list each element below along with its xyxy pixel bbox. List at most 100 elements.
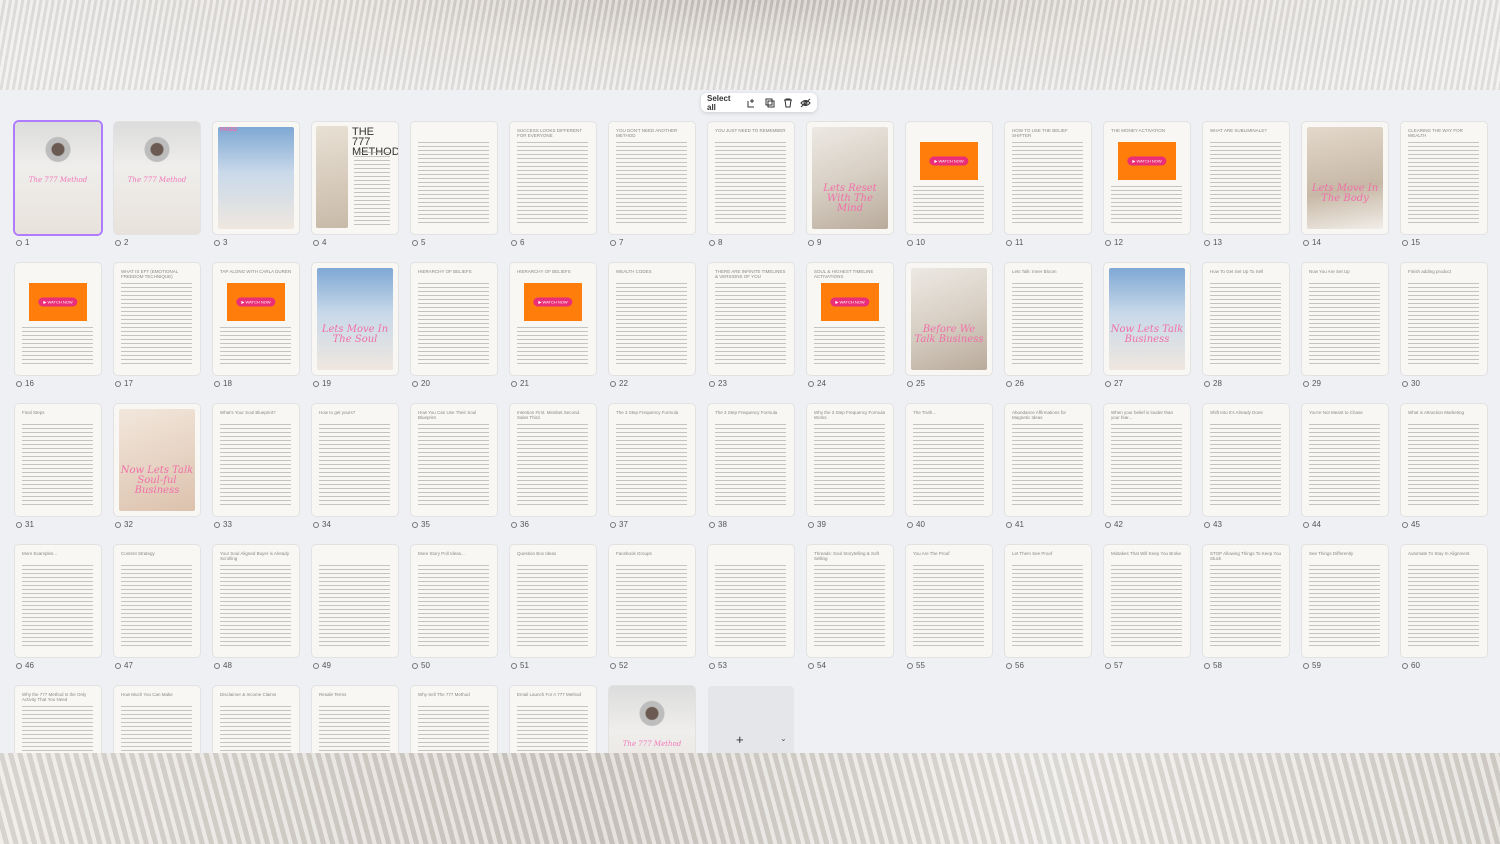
page-notes-icon[interactable]	[1402, 380, 1408, 387]
page-notes-icon[interactable]	[313, 662, 319, 669]
page-notes-icon[interactable]	[412, 380, 418, 387]
page-thumbnail[interactable]: ▶ WATCH NOW	[15, 263, 101, 375]
page-notes-icon[interactable]	[1402, 239, 1408, 246]
page-notes-icon[interactable]	[115, 239, 121, 246]
page-notes-icon[interactable]	[16, 662, 22, 669]
page-notes-icon[interactable]	[511, 380, 517, 387]
page-thumbnail[interactable]: How You Can Use Their Soul Blueprint	[411, 404, 497, 516]
page-thumbnail[interactable]: HOW TO USE THE BELIEF SHIFTER	[1005, 122, 1091, 234]
page-thumbnail[interactable]: Lets Talk: Inner Bloom	[1005, 263, 1091, 375]
page-thumbnail[interactable]: STOP Allowing Things To Keep You Stuck	[1203, 545, 1289, 657]
watch-now-button[interactable]: ▶ WATCH NOW	[1127, 156, 1167, 166]
page-thumbnail[interactable]: When your belief is louder than your fea…	[1104, 404, 1190, 516]
page-notes-icon[interactable]	[808, 521, 814, 528]
page-thumbnail[interactable]: Now You Are Set Up	[1302, 263, 1388, 375]
page-notes-icon[interactable]	[1006, 662, 1012, 669]
page-thumbnail[interactable]: More Story Poll Ideas...	[411, 545, 497, 657]
page-thumbnail[interactable]	[411, 122, 497, 234]
page-thumbnail[interactable]: HIERARCHY OF BELIEFS	[411, 263, 497, 375]
page-thumbnail[interactable]: Lets Move In The Body	[1302, 122, 1388, 234]
page-thumbnail[interactable]: Finish adding product	[1401, 263, 1487, 375]
page-thumbnail[interactable]: Resale Terms	[312, 686, 398, 753]
page-thumbnail[interactable]: The Truth...	[906, 404, 992, 516]
page-notes-icon[interactable]	[16, 239, 22, 246]
page-thumbnail[interactable]: Now Lets Talk Business	[1104, 263, 1190, 375]
page-thumbnail[interactable]: Mistakes That Will Keep You Broke	[1104, 545, 1190, 657]
page-notes-icon[interactable]	[1303, 239, 1309, 246]
page-thumbnail[interactable]: Let Them See Proof	[1005, 545, 1091, 657]
page-notes-icon[interactable]	[1105, 662, 1111, 669]
page-notes-icon[interactable]	[709, 239, 715, 246]
page-thumbnail[interactable]: SUCCESS LOOKS DIFFERENT FOR EVERYONE	[510, 122, 596, 234]
page-notes-icon[interactable]	[412, 521, 418, 528]
page-thumbnail[interactable]: What's Your Soul Blueprint?	[213, 404, 299, 516]
add-page-icon[interactable]	[747, 97, 759, 109]
page-thumbnail[interactable]: The 777 Method	[609, 686, 695, 753]
page-thumbnail[interactable]: THERE ARE INFINITE TIMELINES & VERSIONS …	[708, 263, 794, 375]
page-notes-icon[interactable]	[907, 662, 913, 669]
page-notes-icon[interactable]	[907, 380, 913, 387]
page-thumbnail[interactable]: Abundance Affirmations for Magnetic Idea…	[1005, 404, 1091, 516]
page-notes-icon[interactable]	[1204, 521, 1210, 528]
page-notes-icon[interactable]	[709, 521, 715, 528]
page-notes-icon[interactable]	[610, 662, 616, 669]
page-notes-icon[interactable]	[1402, 521, 1408, 528]
page-notes-icon[interactable]	[511, 662, 517, 669]
page-notes-icon[interactable]	[1105, 239, 1111, 246]
watch-now-button[interactable]: ▶ WATCH NOW	[830, 297, 870, 307]
page-notes-icon[interactable]	[214, 239, 220, 246]
plus-icon[interactable]: +	[736, 732, 744, 747]
page-thumbnail[interactable]: Before We Talk Business	[906, 263, 992, 375]
page-thumbnail[interactable]: WEALTH CODES	[609, 263, 695, 375]
duplicate-icon[interactable]	[764, 97, 776, 109]
page-thumbnail[interactable]: Lets Reset With The Mind	[807, 122, 893, 234]
page-notes-icon[interactable]	[1303, 380, 1309, 387]
page-notes-icon[interactable]	[214, 662, 220, 669]
page-thumbnail[interactable]: Shift Into It's Already Done	[1203, 404, 1289, 516]
page-thumbnail[interactable]	[708, 545, 794, 657]
page-notes-icon[interactable]	[610, 521, 616, 528]
video-thumbnail[interactable]: ▶ WATCH NOW	[524, 283, 582, 321]
video-thumbnail[interactable]: ▶ WATCH NOW	[920, 142, 978, 180]
page-thumbnail[interactable]: Facebook Groups	[609, 545, 695, 657]
page-thumbnail[interactable]: The 3 Step Frequency Formula	[609, 404, 695, 516]
page-thumbnail[interactable]: Final Steps	[15, 404, 101, 516]
video-thumbnail[interactable]: ▶ WATCH NOW	[821, 283, 879, 321]
page-thumbnail[interactable]: Why the 3 Step Frequency Formula Works	[807, 404, 893, 516]
page-notes-icon[interactable]	[412, 239, 418, 246]
video-thumbnail[interactable]: ▶ WATCH NOW	[29, 283, 87, 321]
page-thumbnail[interactable]: Automate To Stay In Alignment	[1401, 545, 1487, 657]
trash-icon[interactable]	[782, 97, 794, 109]
page-thumbnail[interactable]: ▶ WATCH NOW	[906, 122, 992, 234]
watch-now-button[interactable]: ▶ WATCH NOW	[236, 297, 276, 307]
page-thumbnail[interactable]: You Are The Proof	[906, 545, 992, 657]
page-thumbnail[interactable]: SOUL & HIGHEST TIMELINE ACTIVATIONS ▶ WAT…	[807, 263, 893, 375]
page-thumbnail[interactable]: More Examples...	[15, 545, 101, 657]
add-page-button[interactable]: + ⌄	[708, 686, 794, 753]
hide-icon[interactable]	[799, 97, 811, 109]
page-notes-icon[interactable]	[16, 521, 22, 528]
page-notes-icon[interactable]	[1105, 380, 1111, 387]
page-thumbnail[interactable]: Intention First. Mindset Second. Sales T…	[510, 404, 596, 516]
page-notes-icon[interactable]	[907, 239, 913, 246]
page-notes-icon[interactable]	[1204, 239, 1210, 246]
page-thumbnail[interactable]: The 777 Method	[114, 122, 200, 234]
page-notes-icon[interactable]	[610, 239, 616, 246]
page-notes-icon[interactable]	[214, 380, 220, 387]
watch-now-button[interactable]: ▶ WATCH NOW	[929, 156, 969, 166]
page-notes-icon[interactable]	[709, 380, 715, 387]
page-notes-icon[interactable]	[808, 380, 814, 387]
page-thumbnail[interactable]: WHAT IS EFT (EMOTIONAL FREEDOM TECHNIQUE…	[114, 263, 200, 375]
page-notes-icon[interactable]	[313, 380, 319, 387]
page-notes-icon[interactable]	[1204, 662, 1210, 669]
video-thumbnail[interactable]: ▶ WATCH NOW	[1118, 142, 1176, 180]
chevron-down-icon[interactable]: ⌄	[780, 734, 787, 743]
page-thumbnail[interactable]: PAGES	[213, 122, 299, 234]
page-thumbnail[interactable]: Question Box Ideas	[510, 545, 596, 657]
page-thumbnail[interactable]: Your Soul Aligned Buyer is Already Scrol…	[213, 545, 299, 657]
page-notes-icon[interactable]	[16, 380, 22, 387]
page-thumbnail[interactable]	[312, 545, 398, 657]
page-thumbnail[interactable]: You're Not Meant to Chase	[1302, 404, 1388, 516]
page-thumbnail[interactable]: How Much You Can Make	[114, 686, 200, 753]
page-thumbnail[interactable]: What is Attraction Marketing	[1401, 404, 1487, 516]
